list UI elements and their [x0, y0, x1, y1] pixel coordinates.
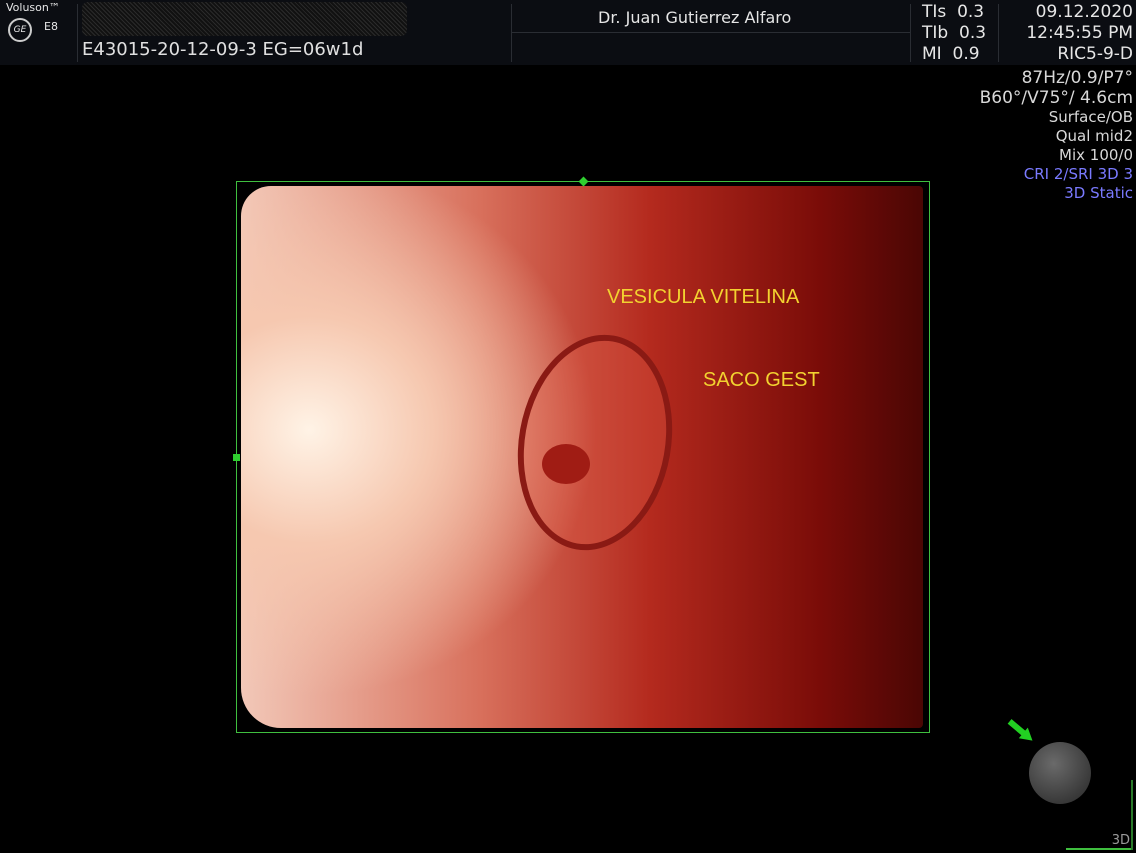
- corner-line-v: [1131, 780, 1133, 850]
- param-mix: Mix 100/0: [1059, 146, 1133, 164]
- tis-value: 0.3: [957, 2, 985, 22]
- param-angles: B60°/V75°/ 4.6cm: [979, 88, 1133, 108]
- model-label: E8: [44, 20, 58, 33]
- param-quality: Qual mid2: [1055, 127, 1133, 145]
- mode-label: 3D: [1111, 833, 1130, 848]
- tis-label: TIs: [922, 2, 947, 22]
- param-cri-sri: CRI 2/SRI 3D 3: [1023, 165, 1133, 183]
- tib-label: TIb: [922, 23, 949, 43]
- annotation-saco[interactable]: SACO GEST: [703, 369, 820, 392]
- probe: RIC5-9-D: [1057, 44, 1133, 64]
- date: 09.12.2020: [1035, 2, 1133, 22]
- annotation-vesicula[interactable]: VESICULA VITELINA: [607, 286, 799, 309]
- doctor-name: Dr. Juan Gutierrez Alfaro: [598, 8, 792, 27]
- tib-value: 0.3: [959, 23, 987, 43]
- corner-line: [1066, 848, 1132, 850]
- param-frame: 87Hz/0.9/P7°: [1021, 68, 1133, 88]
- time: 12:45:55 PM: [1026, 23, 1133, 43]
- orientation-sphere[interactable]: [1029, 742, 1091, 804]
- redacted-patient-name: [82, 2, 407, 36]
- roi-left-handle[interactable]: [233, 454, 240, 461]
- 3d-render-roi[interactable]: VESICULA VITELINA SACO GEST: [236, 181, 930, 733]
- mi-value: 0.9: [952, 44, 980, 64]
- ge-logo-icon: GE: [8, 18, 32, 42]
- patient-id: E43015-20-12-09-3 EG=06w1d: [82, 39, 364, 60]
- safety-indices: TIs 0.3 TIb 0.3 MI 0.9: [922, 2, 986, 65]
- param-preset: Surface/OB: [1048, 108, 1133, 126]
- header-bar: Voluson™ GE E8 E43015-20-12-09-3 EG=06w1…: [0, 0, 1136, 65]
- yolk-sac: [542, 444, 590, 484]
- mi-label: MI: [922, 44, 942, 64]
- light-direction-arrow-icon[interactable]: [1005, 716, 1037, 746]
- datetime-probe: 09.12.2020 12:45:55 PM RIC5-9-D: [1026, 2, 1133, 65]
- param-mode: 3D Static: [1064, 184, 1133, 202]
- brand-label: Voluson™: [6, 1, 60, 14]
- acquisition-params: 87Hz/0.9/P7° B60°/V75°/ 4.6cm Surface/OB…: [980, 68, 1133, 203]
